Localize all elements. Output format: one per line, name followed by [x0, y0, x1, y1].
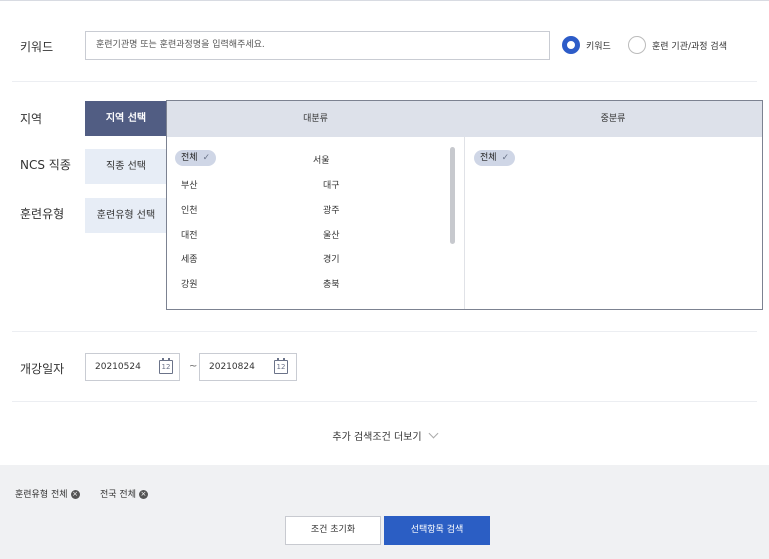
end-date-field[interactable]: 20210824 12	[199, 353, 297, 381]
calendar-icon[interactable]: 12	[159, 358, 173, 374]
more-options-toggle[interactable]: 추가 검색조건 더보기	[0, 428, 769, 443]
radio-institution[interactable]	[628, 36, 646, 54]
filter-tag-label: 전국 전체	[100, 490, 136, 500]
major-item-selected[interactable]: 전체 ✓	[175, 150, 217, 166]
filter-tag: 전국 전체 ×	[100, 487, 148, 500]
date-separator: ~	[189, 361, 198, 372]
major-item[interactable]: 충북	[323, 277, 340, 290]
end-date-value: 20210824	[209, 362, 255, 372]
divider	[12, 401, 757, 402]
divider	[12, 81, 757, 82]
region-label: 지역	[20, 112, 43, 126]
major-item[interactable]: 울산	[323, 228, 340, 241]
divider	[12, 331, 757, 332]
major-item[interactable]: 부산	[181, 178, 198, 191]
major-category-header: 대분류	[303, 114, 328, 124]
start-date-field[interactable]: 20210524 12	[85, 353, 180, 381]
major-item[interactable]: 서울	[313, 153, 330, 166]
reset-button[interactable]: 조건 초기화	[285, 516, 381, 545]
filter-tag: 훈련유형 전체 ×	[15, 487, 80, 500]
remove-tag-icon[interactable]: ×	[138, 490, 148, 499]
filter-tag-label: 훈련유형 전체	[15, 490, 68, 500]
major-item[interactable]: 대구	[323, 178, 340, 191]
training-type-label: 훈련유형	[20, 207, 65, 221]
region-select-button[interactable]: 지역 선택	[85, 101, 167, 136]
major-item[interactable]: 광주	[323, 203, 340, 216]
major-item[interactable]: 경기	[323, 252, 340, 265]
major-item[interactable]: 세종	[181, 252, 198, 265]
remove-tag-icon[interactable]: ×	[70, 490, 80, 499]
scrollbar-thumb[interactable]	[450, 147, 455, 244]
minor-item-selected[interactable]: 전체 ✓	[474, 150, 516, 166]
ncs-select-button[interactable]: 직종 선택	[85, 149, 167, 184]
selected-filters-footer: 훈련유형 전체 × 전국 전체 × 조건 초기화 선택항목 검색	[0, 465, 769, 559]
start-date-value: 20210524	[95, 362, 141, 372]
check-icon: ✓	[202, 153, 211, 163]
major-item[interactable]: 강원	[181, 277, 198, 290]
minor-category-header: 중분류	[600, 114, 626, 124]
major-item-label: 전체	[181, 153, 198, 163]
keyword-label: 키워드	[20, 40, 54, 54]
keyword-input[interactable]: 훈련기관명 또는 훈련과정명을 입력해주세요.	[85, 31, 550, 60]
calendar-icon[interactable]: 12	[274, 358, 288, 374]
panel-header: 대분류 중분류	[167, 101, 762, 137]
minor-item-label: 전체	[480, 153, 497, 163]
major-item[interactable]: 대전	[181, 228, 198, 241]
region-panel: 대분류 중분류 전체 ✓ 서울 부산 대구 인천 광주 대전 울산 세종 경기 강…	[166, 100, 763, 310]
training-type-select-button[interactable]: 훈련유형 선택	[85, 198, 167, 233]
check-icon: ✓	[501, 153, 510, 163]
radio-keyword[interactable]	[562, 36, 580, 54]
radio-keyword-label[interactable]: 키워드	[586, 39, 611, 52]
radio-institution-label[interactable]: 훈련 기관/과정 검색	[652, 39, 727, 52]
more-options-label: 추가 검색조건 더보기	[332, 432, 422, 443]
ncs-label: NCS 직종	[20, 158, 71, 172]
top-border	[0, 0, 769, 1]
start-date-label: 개강일자	[20, 362, 65, 376]
chevron-down-icon	[428, 428, 439, 439]
panel-divider	[464, 137, 465, 309]
search-button[interactable]: 선택항목 검색	[384, 516, 490, 545]
major-item[interactable]: 인천	[181, 203, 198, 216]
